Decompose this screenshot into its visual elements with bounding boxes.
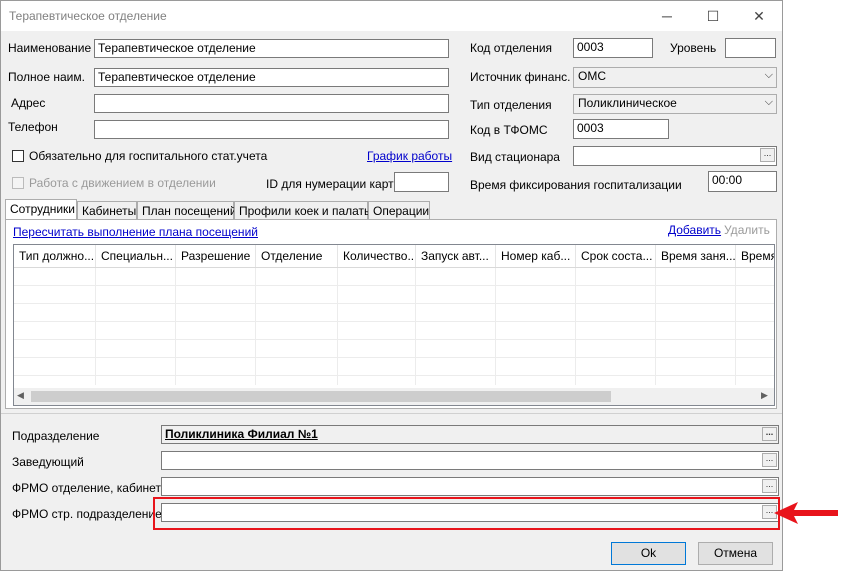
phone-label: Телефон xyxy=(8,120,58,134)
ok-button[interactable]: Ok xyxy=(611,542,686,565)
dept-type-value: Поликлиническое xyxy=(578,96,677,110)
employees-panel: Пересчитать выполнение плана посещений Д… xyxy=(5,219,777,409)
maximize-icon[interactable]: ☐ xyxy=(690,1,736,31)
cancel-button[interactable]: Отмена xyxy=(698,542,773,565)
finance-select[interactable]: ОМС ⌵ xyxy=(573,67,777,88)
column-header[interactable]: Время заня... xyxy=(656,245,736,267)
add-link[interactable]: Добавить xyxy=(668,223,721,237)
chevron-down-icon: ⌵ xyxy=(764,96,773,108)
movement-checkbox[interactable] xyxy=(12,177,24,189)
scroll-right-icon[interactable]: ▶ xyxy=(761,390,768,401)
tfoms-label: Код в ТФОМС xyxy=(470,123,548,137)
head-label: Заведующий xyxy=(12,455,84,469)
column-header[interactable]: Количество... xyxy=(338,245,416,267)
close-icon[interactable]: ✕ xyxy=(736,1,782,31)
tab-cabinets[interactable]: Кабинеты xyxy=(77,201,137,220)
id-cards-input[interactable] xyxy=(394,172,449,192)
subdivision-value: Поликлиника Филиал №1 xyxy=(165,427,318,441)
address-label: Адрес xyxy=(11,96,46,110)
name-label: Наименование xyxy=(8,41,92,55)
column-header[interactable]: Время xyxy=(736,245,774,267)
browse-button[interactable]: ... xyxy=(762,479,777,493)
movement-label: Работа с движением в отделении xyxy=(29,176,216,190)
column-header[interactable]: Тип должно... xyxy=(14,245,96,267)
subdivision-label: Подразделение xyxy=(12,429,100,443)
grid-line xyxy=(14,375,774,376)
separator xyxy=(1,413,782,414)
title-bar: Терапевтическое отделение ─ ☐ ✕ xyxy=(1,1,782,31)
mandatory-checkbox[interactable] xyxy=(12,150,24,162)
dept-type-select[interactable]: Поликлиническое ⌵ xyxy=(573,94,777,114)
department-dialog: Терапевтическое отделение ─ ☐ ✕ Наименов… xyxy=(0,0,783,571)
recalc-link[interactable]: Пересчитать выполнение плана посещений xyxy=(13,225,258,239)
horizontal-scrollbar[interactable]: ◀ ▶ xyxy=(14,388,774,405)
stationary-input[interactable]: ... xyxy=(573,146,777,166)
tab-operations[interactable]: Операции xyxy=(368,201,430,220)
mandatory-label: Обязательно для госпитального стат.учета xyxy=(29,149,268,163)
fix-time-input[interactable]: 00:00 xyxy=(708,171,777,192)
dept-type-label: Тип отделения xyxy=(470,98,552,112)
grid-line xyxy=(14,267,774,268)
frmo-cab-input[interactable]: ... xyxy=(161,477,779,496)
column-header[interactable]: Разрешение xyxy=(176,245,256,267)
browse-button[interactable]: ... xyxy=(762,427,777,441)
column-header[interactable]: Номер каб... xyxy=(496,245,576,267)
name-input[interactable]: Терапевтическое отделение xyxy=(94,39,449,58)
stationary-label: Вид стационара xyxy=(470,150,560,164)
column-header[interactable]: Срок соста... xyxy=(576,245,656,267)
fullname-input[interactable]: Терапевтическое отделение xyxy=(94,68,449,87)
id-cards-label: ID для нумерации карт xyxy=(266,177,394,191)
tab-employees[interactable]: Сотрудники xyxy=(5,199,77,220)
grid-line xyxy=(14,303,774,304)
code-label: Код отделения xyxy=(470,41,553,55)
finance-value: ОМС xyxy=(578,69,606,83)
tab-bed-profiles[interactable]: Профили коек и палаты xyxy=(234,201,373,220)
level-label: Уровень xyxy=(670,41,717,55)
grid-line xyxy=(14,285,774,286)
column-header[interactable]: Отделение xyxy=(256,245,338,267)
highlight-frame xyxy=(153,497,780,530)
grid-line xyxy=(14,321,774,322)
employees-grid[interactable]: Тип должно... Специальн... Разрешение От… xyxy=(13,244,775,406)
code-input[interactable]: 0003 xyxy=(573,38,653,58)
grid-line xyxy=(14,339,774,340)
schedule-link[interactable]: График работы xyxy=(367,149,452,163)
grid-line xyxy=(14,357,774,358)
scroll-left-icon[interactable]: ◀ xyxy=(17,390,24,401)
phone-input[interactable] xyxy=(94,120,449,139)
level-input[interactable] xyxy=(725,38,776,58)
browse-button[interactable]: ... xyxy=(762,453,777,467)
fullname-label: Полное наим. xyxy=(8,70,85,84)
window-title: Терапевтическое отделение xyxy=(9,9,167,23)
column-header[interactable]: Запуск авт... xyxy=(416,245,496,267)
tab-visit-plan[interactable]: План посещений xyxy=(137,201,237,220)
chevron-down-icon: ⌵ xyxy=(764,69,773,81)
annotation-arrow-icon xyxy=(774,502,838,524)
frmo-cab-label: ФРМО отделение, кабинет xyxy=(12,481,161,495)
finance-label: Источник финанс. xyxy=(470,70,571,84)
browse-button[interactable]: ... xyxy=(760,148,775,162)
scrollbar-thumb[interactable] xyxy=(31,391,611,402)
subdivision-input[interactable]: Поликлиника Филиал №1 ... xyxy=(161,425,779,444)
delete-button[interactable]: Удалить xyxy=(724,223,770,237)
tfoms-input[interactable]: 0003 xyxy=(573,119,669,139)
head-input[interactable]: ... xyxy=(161,451,779,470)
minimize-icon[interactable]: ─ xyxy=(644,1,690,31)
address-input[interactable] xyxy=(94,94,449,113)
fix-time-label: Время фиксирования госпитализации xyxy=(470,178,682,192)
frmo-sub-label: ФРМО стр. подразделение xyxy=(12,507,162,521)
column-header[interactable]: Специальн... xyxy=(96,245,176,267)
